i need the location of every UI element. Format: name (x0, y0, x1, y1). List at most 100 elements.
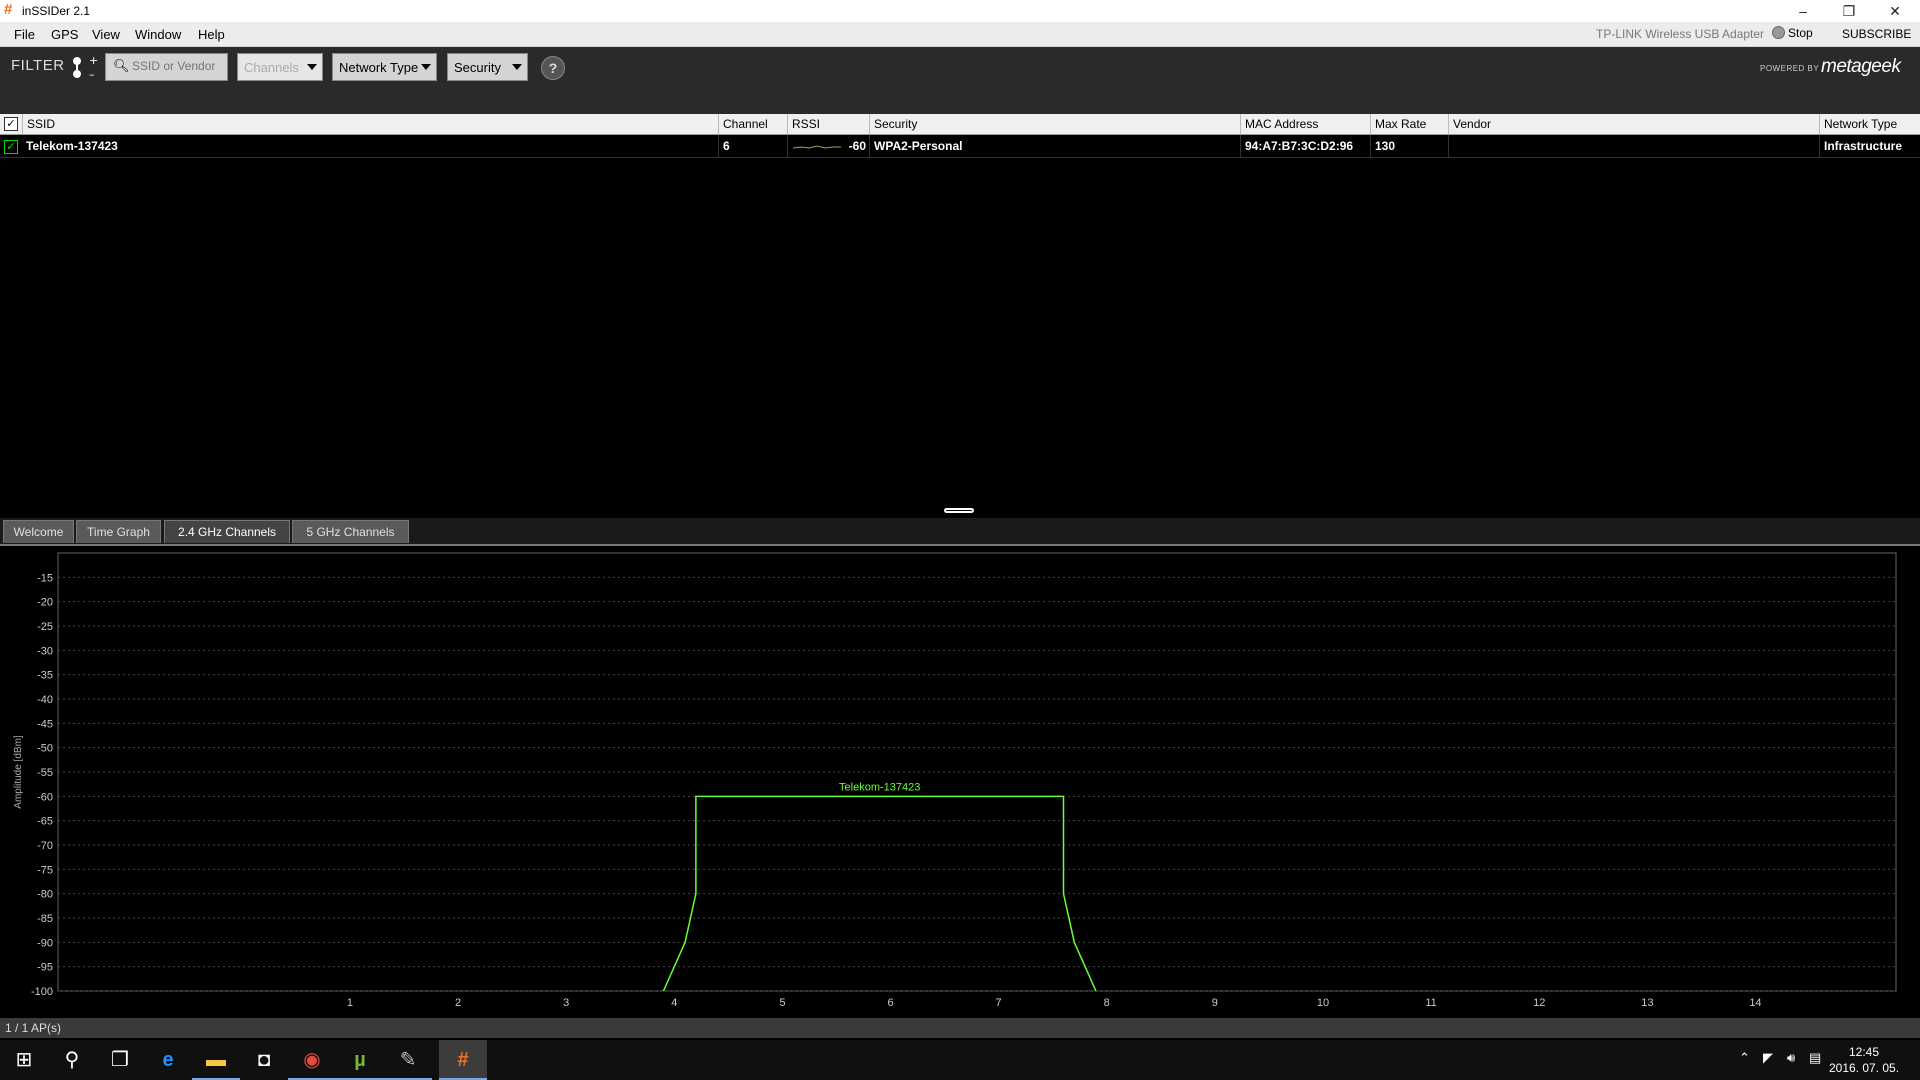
channels-dropdown[interactable]: Channels (237, 53, 323, 81)
x-tick-label: 9 (1212, 997, 1218, 1009)
column-channel[interactable]: Channel (718, 114, 787, 134)
column-security[interactable]: Security (869, 114, 1240, 134)
tab-welcome[interactable]: Welcome (3, 520, 74, 543)
y-tick-label: -75 (37, 864, 53, 876)
volume-icon[interactable]: 🔊︎ (1787, 1050, 1795, 1066)
y-tick-label: -85 (37, 913, 53, 925)
chrome-icon[interactable]: ◉ (288, 1040, 336, 1080)
menu-window[interactable]: Window (135, 27, 181, 42)
app-icon[interactable]: ✎ (384, 1040, 432, 1080)
minimize-button[interactable]: – (1780, 0, 1826, 22)
task-view-icon[interactable]: ❐ (96, 1040, 144, 1080)
x-tick-label: 11 (1425, 997, 1436, 1009)
security-label: Security (454, 60, 501, 75)
svg-text:+: + (89, 54, 98, 67)
menu-bar: File GPS View Window Help TP-LINK Wirele… (0, 22, 1920, 47)
powered-by-label: POWERED BY (1760, 64, 1820, 73)
channel-chart: -15 -20 -25 -30 -35 -40 -45 -50 -55 -60 -65 -70 -75 -… (13, 552, 1897, 1009)
windows-taskbar: ⊞ ⚲ ❐ e ▬ ◘ ◉ µ ✎ # ⌃ ◤ 🔊︎ ▤ 12:45 2016.… (0, 1040, 1920, 1080)
x-tick-label: 8 (1104, 997, 1110, 1009)
y-tick-label: -65 (37, 816, 53, 828)
inssider-app-icon: # (4, 1, 13, 18)
tab-time-graph[interactable]: Time Graph (76, 520, 161, 543)
store-icon[interactable]: ◘ (240, 1040, 288, 1080)
title-bar: # inSSIDer 2.1 – ❐ ✕ (0, 0, 1920, 22)
status-bar: 1 / 1 AP(s) (0, 1018, 1920, 1038)
file-explorer-icon[interactable]: ▬ (192, 1040, 240, 1080)
row-checkbox[interactable]: ✓ (4, 140, 18, 154)
select-all-checkbox[interactable]: ✓ (4, 117, 18, 131)
x-tick-label: 1 (347, 997, 353, 1009)
filter-bar: FILTER + – 🔍︎ Channels Network Type Secu… (0, 47, 1920, 87)
x-tick-label: 10 (1317, 997, 1329, 1009)
filter-toggle-icon[interactable]: + – (70, 52, 100, 82)
cell-rssi: -60 (787, 135, 869, 157)
security-dropdown[interactable]: Security (447, 53, 528, 81)
search-input[interactable] (132, 58, 224, 74)
network-table-header: ✓ SSID Channel RSSI Security MAC Address… (0, 114, 1920, 135)
column-network-type[interactable]: Network Type (1819, 114, 1920, 134)
column-vendor[interactable]: Vendor (1448, 114, 1819, 134)
search-box[interactable]: 🔍︎ (105, 53, 228, 81)
column-max-rate[interactable]: Max Rate (1370, 114, 1448, 134)
tab-2-4-ghz-channels[interactable]: 2.4 GHz Channels (164, 520, 290, 543)
search-icon[interactable]: ⚲ (48, 1040, 96, 1080)
tab-5-ghz-channels[interactable]: 5 GHz Channels (292, 520, 409, 543)
cell-max-rate: 130 (1370, 135, 1448, 157)
cell-mac-address: 94:A7:B7:3C:D2:96 (1240, 135, 1370, 157)
restore-button[interactable]: ❐ (1826, 0, 1872, 22)
y-tick-label: -95 (37, 962, 53, 974)
channels-label: Channels (244, 60, 299, 75)
notification-icon[interactable]: ▤ (1809, 1050, 1821, 1066)
adapter-label[interactable]: TP-LINK Wireless USB Adapter (1596, 27, 1764, 41)
menu-file[interactable]: File (14, 27, 35, 42)
menu-gps[interactable]: GPS (51, 27, 78, 42)
edge-icon[interactable]: e (144, 1040, 192, 1080)
stop-icon (1772, 26, 1785, 39)
clock-time: 12:45 (1848, 1045, 1880, 1059)
column-rssi[interactable]: RSSI (787, 114, 869, 134)
table-row[interactable]: ✓ Telekom-137423 6 -60 WPA2-Personal 94:… (0, 135, 1920, 158)
y-tick-label: -30 (37, 645, 53, 657)
y-tick-label: -55 (37, 767, 53, 779)
chevron-down-icon (421, 64, 431, 70)
x-tick-label: 4 (671, 997, 677, 1009)
y-tick-label: -15 (37, 572, 53, 584)
panel-splitter-handle[interactable] (944, 508, 974, 513)
x-tick-label: 12 (1533, 997, 1545, 1009)
rssi-sparkline (793, 145, 841, 149)
close-button[interactable]: ✕ (1872, 0, 1918, 22)
x-tick-label: 5 (779, 997, 785, 1009)
x-tick-label: 6 (887, 997, 893, 1009)
network-type-dropdown[interactable]: Network Type (332, 53, 437, 81)
y-tick-label: -70 (37, 840, 53, 852)
filter-label: FILTER (11, 57, 65, 74)
menu-help[interactable]: Help (198, 27, 225, 42)
inssider-icon[interactable]: # (439, 1040, 487, 1080)
y-tick-label: -100 (31, 986, 53, 998)
cell-vendor (1448, 135, 1819, 157)
utorrent-icon[interactable]: µ (336, 1040, 384, 1080)
search-icon: 🔍︎ (113, 58, 130, 73)
chevron-down-icon (307, 64, 317, 70)
x-tick-label: 3 (563, 997, 569, 1009)
x-tick-label: 14 (1749, 997, 1761, 1009)
y-tick-label: -25 (37, 621, 53, 633)
y-tick-label: -50 (37, 743, 53, 755)
wifi-icon[interactable]: ◤ (1763, 1050, 1773, 1066)
help-button[interactable]: ? (541, 56, 565, 80)
network-type-label: Network Type (339, 60, 419, 75)
system-clock[interactable]: 12:45 2016. 07. 05. (1826, 1044, 1902, 1076)
window-title: inSSIDer 2.1 (22, 4, 91, 18)
stop-button[interactable]: Stop (1772, 26, 1813, 40)
start-icon[interactable]: ⊞ (0, 1040, 48, 1080)
column-ssid[interactable]: SSID (22, 114, 718, 134)
chevron-up-icon[interactable]: ⌃ (1739, 1050, 1750, 1066)
view-tabs: Welcome Time Graph 2.4 GHz Channels 5 GH… (0, 518, 1920, 546)
y-tick-label: -80 (37, 889, 53, 901)
channel-chart-panel: -15 -20 -25 -30 -35 -40 -45 -50 -55 -60 -65 -70 -75 -… (0, 546, 1920, 1018)
menu-view[interactable]: View (92, 27, 120, 42)
y-tick-label: -35 (37, 670, 53, 682)
column-mac-address[interactable]: MAC Address (1240, 114, 1370, 134)
subscribe-link[interactable]: SUBSCRIBE (1842, 27, 1911, 41)
